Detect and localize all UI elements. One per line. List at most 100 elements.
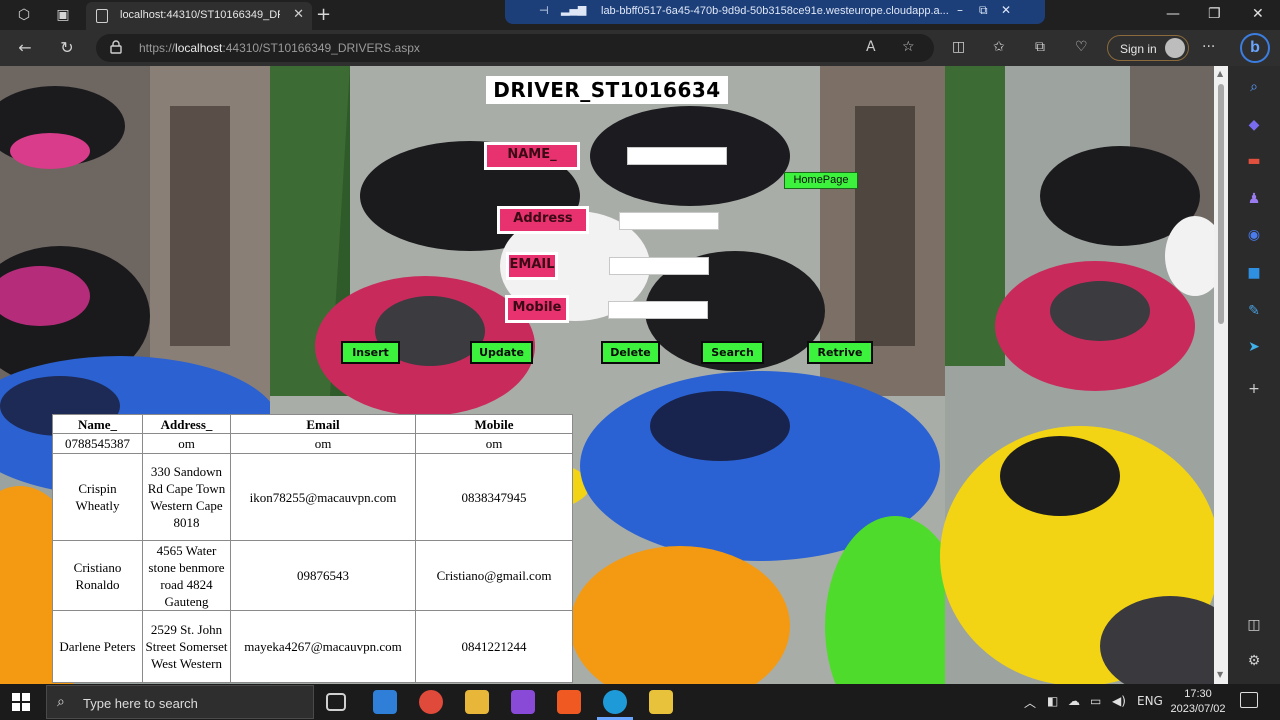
copilot-icon[interactable]: b [1240,33,1270,63]
shopping-tag-icon[interactable]: ◆ [1244,116,1264,134]
retrieve-button[interactable]: Retrive [807,341,873,364]
table-row[interactable]: Crispin Wheatly 330 Sandown Rd Cape Town… [52,453,573,541]
tray-chevron-icon[interactable]: ︿ [1024,694,1036,711]
window-minimize-icon[interactable]: — [1166,6,1180,22]
collections-icon[interactable]: ⧉ [1035,39,1045,55]
add-icon[interactable]: + [1244,380,1264,398]
split-screen-icon[interactable]: ◫ [952,39,965,55]
sign-in-button[interactable]: Sign in [1107,35,1189,61]
window-restore-icon[interactable]: ❐ [1208,6,1221,22]
window-close-icon[interactable]: ✕ [1252,6,1264,22]
pin-icon[interactable]: ⊣ [539,4,549,17]
tab-drivers-page[interactable]: localhost:44310/ST10166349_DR ✕ [86,2,312,30]
mobile-field[interactable] [608,301,708,319]
page-scrollbar[interactable]: ▲ ▼ [1214,66,1228,684]
update-button[interactable]: Update [470,341,533,364]
designer-icon[interactable]: ✎ [1244,302,1264,320]
windows-taskbar: ⌕ Type here to search ︿ ◧ ☁ ▭ ◀) ENG 17:… [0,684,1280,720]
cell-name: Darlene Peters [52,610,143,683]
notification-icon[interactable] [1240,692,1258,708]
back-arrow-icon[interactable]: ← [15,38,35,58]
file-explorer-icon[interactable] [465,690,489,714]
rdp-close-icon[interactable]: ✕ [1001,3,1011,17]
cell-name: Cristiano Ronaldo [52,540,143,611]
cell-mobile: om [415,433,573,454]
language-indicator[interactable]: ENG [1137,694,1163,708]
taskbar-search-box[interactable]: ⌕ Type here to search [46,685,314,719]
table-row[interactable]: Darlene Peters 2529 St. John Street Some… [52,610,573,683]
cell-email: mayeka4267@macauvpn.com [230,610,416,683]
edge-app-icon[interactable] [603,690,627,714]
tray-app-icon[interactable]: ◧ [1047,694,1058,708]
system-clock[interactable]: 17:30 2023/07/02 [1168,687,1228,717]
email-label: EMAIL [506,252,558,280]
table-row[interactable]: Cristiano Ronaldo 4565 Water stone benmo… [52,540,573,611]
visual-studio-icon[interactable] [511,690,535,714]
scroll-thumb[interactable] [1218,84,1224,324]
windows-start-icon[interactable] [12,693,30,711]
connection-signal-icon: ▂▄▆ [561,3,587,16]
cell-email: 09876543 [230,540,416,611]
header-email: Email [230,414,416,434]
cell-name: 0788545387 [52,433,143,454]
clock-time: 17:30 [1184,688,1212,700]
workspaces-icon[interactable]: ⬡ [13,5,35,25]
mail-app-icon[interactable] [373,690,397,714]
cell-address: 330 Sandown Rd Cape Town Western Cape 80… [142,453,231,541]
address-bar[interactable]: https://localhost:44310/ST10166349_DRIVE… [96,34,934,62]
favorite-star-icon[interactable]: ☆ [902,39,915,55]
clock-date: 2023/07/02 [1170,703,1226,715]
address-label: Address [497,206,589,234]
cell-mobile: 0838347945 [415,453,573,541]
outlook-icon[interactable]: ■ [1244,264,1264,282]
header-name: Name_ [52,414,143,434]
people-icon[interactable]: ♟ [1244,190,1264,208]
rdp-restore-icon[interactable]: ⧉ [979,3,988,18]
mobile-label: Mobile [505,295,569,323]
search-placeholder: Type here to search [83,696,198,711]
search-icon[interactable]: ⌕ [1244,78,1264,96]
tab-close-icon[interactable]: ✕ [293,7,304,22]
insert-button[interactable]: Insert [341,341,400,364]
read-aloud-icon[interactable]: A [866,39,876,55]
lock-icon [110,40,122,54]
task-view-icon[interactable] [326,693,346,711]
table-row[interactable]: 0788545387 om om om [52,433,573,454]
onedrive-icon[interactable]: ☁ [1068,694,1080,708]
send-icon[interactable]: ➤ [1244,338,1264,356]
name-field[interactable] [627,147,727,165]
volume-icon[interactable]: ◀) [1112,694,1126,708]
page-title: DRIVER_ST1016634 [486,76,728,104]
settings-gear-icon[interactable]: ⚙ [1244,652,1264,670]
network-icon[interactable]: ▭ [1090,694,1101,708]
tab-title: localhost:44310/ST10166349_DR [120,9,280,21]
office-icon[interactable]: ◉ [1244,226,1264,244]
browser-tab-bar: ⬡ ▣ localhost:44310/ST10166349_DR ✕ + ⊣ … [0,0,1280,30]
remote-host-label: lab-bbff0517-6a45-470b-9d9d-50b3158ce91e… [601,5,949,17]
favorites-icon[interactable]: ✩ [993,39,1005,55]
scroll-up-icon[interactable]: ▲ [1217,69,1223,78]
url-text: https://localhost:44310/ST10166349_DRIVE… [139,41,420,55]
tools-icon[interactable]: ▬ [1244,152,1264,170]
scroll-down-icon[interactable]: ▼ [1217,670,1223,679]
rdp-minimize-icon[interactable]: – [957,3,963,17]
refresh-icon[interactable]: ↻ [57,38,77,58]
more-menu-icon[interactable]: ··· [1202,39,1215,55]
chrome-app-icon[interactable] [419,690,443,714]
cell-address: 2529 St. John Street Somerset West Weste… [142,610,231,683]
remote-session-bar: ⊣ ▂▄▆ lab-bbff0517-6a45-470b-9d9d-50b315… [505,0,1045,24]
delete-button[interactable]: Delete [601,341,660,364]
email-field[interactable] [609,257,709,275]
paint-app-icon[interactable] [649,690,673,714]
cell-address: 4565 Water stone benmore road 4824 Gaute… [142,540,231,611]
search-button[interactable]: Search [701,341,764,364]
homepage-link[interactable]: HomePage [784,172,858,189]
performance-icon[interactable]: ♡ [1075,39,1088,55]
browser-toolbar: ← ↻ https://localhost:44310/ST10166349_D… [0,30,1280,66]
brave-app-icon[interactable] [557,690,581,714]
tab-actions-icon[interactable]: ▣ [52,5,74,25]
new-tab-button[interactable]: + [316,4,331,25]
drivers-table: Name_ Address_ Email Mobile 0788545387 o… [52,414,573,683]
address-field[interactable] [619,212,719,230]
sidebar-layout-icon[interactable]: ◫ [1244,616,1264,634]
